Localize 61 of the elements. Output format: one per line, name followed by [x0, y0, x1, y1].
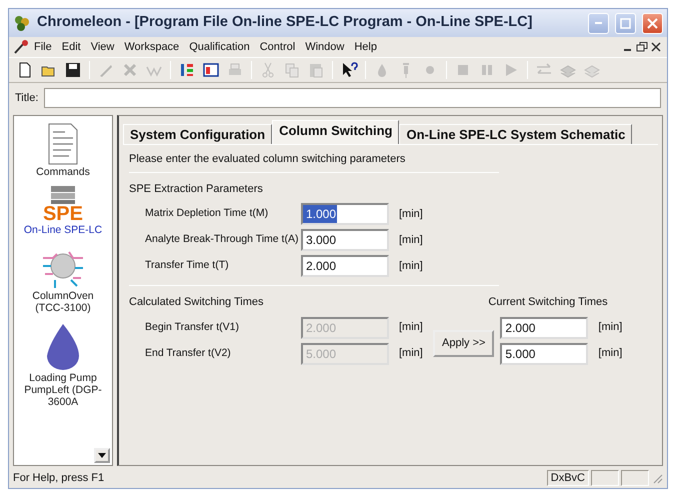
app-menu-icon[interactable]: [13, 39, 29, 55]
menu-item[interactable]: Help: [349, 38, 382, 56]
minimize-icon: [595, 22, 602, 24]
unit-label: [min]: [598, 320, 624, 336]
sidebar-item[interactable]: Commands: [36, 122, 90, 178]
title-field[interactable]: [44, 88, 661, 108]
unit-label: [min]: [399, 206, 424, 222]
section-title: Current Switching Times: [488, 295, 609, 310]
field-label: Begin Transfer t(V1): [144, 320, 240, 335]
unit-label: [min]: [399, 346, 424, 362]
field-label: Analyte Break-Through Time t(A): [144, 232, 300, 248]
resize-grip-icon[interactable]: [651, 472, 663, 484]
input-field[interactable]: 3.000: [301, 229, 389, 251]
status-panel: [621, 470, 649, 486]
menu-item[interactable]: Qualification: [184, 38, 255, 56]
tab[interactable]: System Configuration: [123, 124, 272, 144]
field-label: Matrix Depletion Time t(M): [144, 206, 270, 222]
unit-label: [min]: [399, 232, 424, 248]
close-button[interactable]: [642, 12, 663, 34]
menu-item[interactable]: File: [29, 38, 57, 56]
sidebar-item[interactable]: Loading Pump PumpLeft (DGP-3600A: [23, 322, 103, 408]
field-label: Transfer Time t(T): [144, 258, 230, 274]
tab[interactable]: On-Line SPE-LC System Schematic: [399, 124, 632, 144]
maximize-icon: [620, 18, 631, 28]
restore-icon[interactable]: [635, 41, 649, 53]
tab[interactable]: Column Switching: [272, 120, 400, 144]
menu-item[interactable]: Control: [254, 38, 300, 56]
table-icon[interactable]: [202, 61, 220, 79]
unit-label: [min]: [399, 320, 424, 336]
instruction-text: Please enter the evaluated column switching parameters: [129, 152, 406, 167]
input-field[interactable]: 5.000: [500, 342, 588, 364]
minimize-button[interactable]: [588, 12, 609, 34]
maximize-button[interactable]: [615, 12, 636, 34]
section-title: Calculated Switching Times: [129, 295, 265, 310]
dropdown-button[interactable]: [94, 448, 110, 463]
status-panel: [591, 470, 619, 486]
close-icon[interactable]: [649, 41, 663, 53]
sidebar-item[interactable]: SPE On-Line SPE-LC: [24, 186, 102, 236]
field-label: End Transfer t(V2): [144, 346, 232, 361]
status-text: For Help, press F1: [13, 470, 106, 486]
menu-item[interactable]: View: [86, 38, 120, 56]
menu-item[interactable]: Edit: [56, 38, 86, 56]
menu-item[interactable]: Window: [300, 38, 350, 56]
unit-label: [min]: [399, 258, 424, 274]
status-panel: DxBvC: [546, 470, 589, 486]
window-title: Chromeleon - [Program File On-line SPE-LC Program - On-Line SPE-LC]: [37, 13, 534, 32]
close-icon: [647, 18, 658, 28]
bar-list-icon[interactable]: [178, 61, 196, 79]
apply-button[interactable]: Apply >>: [433, 330, 494, 356]
menu-item[interactable]: Workspace: [119, 38, 184, 56]
app-icon: [13, 14, 31, 32]
unit-label: [min]: [598, 346, 624, 362]
caret-icon: [98, 453, 106, 458]
section-title: SPE Extraction Parameters: [129, 182, 264, 196]
save-icon[interactable]: [64, 61, 82, 79]
help-pointer-icon[interactable]: [340, 61, 358, 79]
input-field[interactable]: 2.000: [500, 316, 588, 338]
input-field[interactable]: 1.000: [301, 203, 389, 225]
title-label: Title:: [15, 90, 38, 106]
input-field[interactable]: 2.000: [301, 255, 389, 277]
sidebar-item[interactable]: ColumnOven (TCC-3100): [23, 244, 103, 314]
